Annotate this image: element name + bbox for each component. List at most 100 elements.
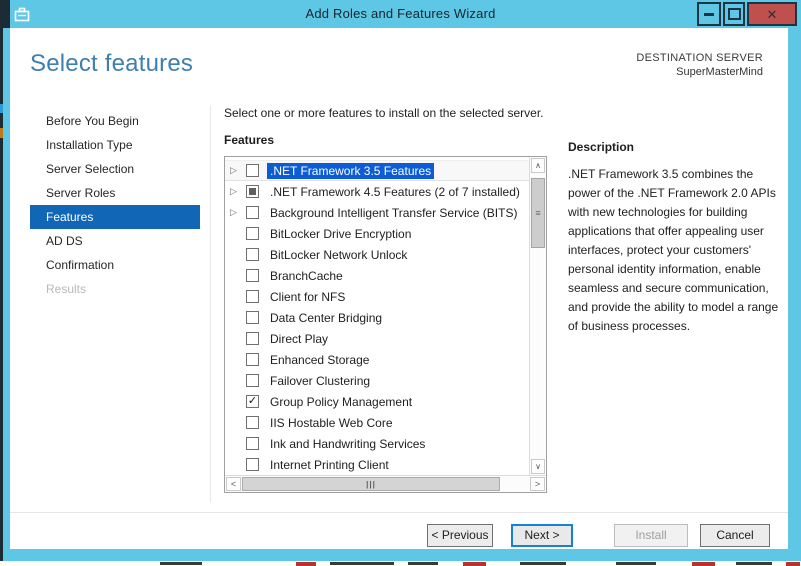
features-listbox[interactable]: ▷ .NET Framework 3.5 Features ▷ .NET Framew… [224, 156, 547, 493]
feature-label: .NET Framework 4.5 Features (2 of 7 inst… [270, 184, 520, 199]
feature-row-data-center-bridging[interactable]: Data Center Bridging [225, 307, 529, 328]
window-title: Add Roles and Features Wizard [305, 6, 496, 21]
wizard-steps: Before You Begin Installation Type Server … [30, 109, 200, 301]
vertical-scrollbar[interactable]: ∧ ≡ ∨ [529, 157, 546, 475]
scroll-up-icon: ∧ [535, 161, 541, 170]
feature-label: Direct Play [270, 331, 329, 346]
sliver-mark [616, 562, 656, 565]
checkbox-unchecked[interactable] [246, 416, 259, 429]
destination-server-block: DESTINATION SERVER SuperMasterMind [636, 52, 763, 78]
feature-row-enhanced-storage[interactable]: Enhanced Storage [225, 349, 529, 370]
grip-icon: ||| [366, 479, 376, 489]
previous-button[interactable]: < Previous [427, 524, 493, 547]
checkbox-unchecked[interactable] [246, 332, 259, 345]
feature-label: Enhanced Storage [270, 352, 370, 367]
checkbox-unchecked[interactable] [246, 437, 259, 450]
scroll-up-button[interactable]: ∧ [531, 158, 545, 173]
install-button: Install [614, 524, 688, 547]
maximize-button[interactable] [723, 2, 745, 26]
sliver-red-mark [463, 562, 486, 566]
scroll-down-icon: ∨ [535, 462, 541, 471]
feature-row-bitlocker-drive-encryption[interactable]: BitLocker Drive Encryption [225, 223, 529, 244]
features-rows: ▷ .NET Framework 3.5 Features ▷ .NET Framew… [225, 157, 529, 475]
feature-row-ink-and-handwriting-services[interactable]: Ink and Handwriting Services [225, 433, 529, 454]
instruction-text: Select one or more features to install o… [224, 106, 544, 120]
feature-label: Background Intelligent Transfer Service … [270, 205, 518, 220]
horizontal-scrollbar[interactable]: < ||| > [225, 475, 546, 492]
expander-icon[interactable]: ▷ [225, 186, 246, 197]
feature-row-bitlocker-network-unlock[interactable]: BitLocker Network Unlock [225, 244, 529, 265]
scroll-down-button[interactable]: ∨ [531, 459, 545, 474]
checkbox-unchecked[interactable] [246, 458, 259, 471]
sidebar-item-ad-ds[interactable]: AD DS [30, 229, 200, 253]
destination-server-name: SuperMasterMind [676, 66, 763, 78]
sidebar-item-installation-type[interactable]: Installation Type [30, 133, 200, 157]
close-button[interactable]: ✕ [747, 2, 797, 26]
feature-row-net-framework-3-5-features[interactable]: ▷ .NET Framework 3.5 Features [225, 160, 529, 181]
sliver-red-mark [786, 562, 800, 566]
checkbox-checked[interactable]: ✓ [246, 395, 259, 408]
feature-row-iis-hostable-web-core[interactable]: IIS Hostable Web Core [225, 412, 529, 433]
cancel-button[interactable]: Cancel [700, 524, 770, 547]
feature-row-failover-clustering[interactable]: Failover Clustering [225, 370, 529, 391]
checkbox-unchecked[interactable] [246, 164, 259, 177]
grip-icon: ≡ [535, 208, 541, 218]
feature-row-group-policy-management[interactable]: ✓ Group Policy Management [225, 391, 529, 412]
feature-label: BranchCache [270, 268, 343, 283]
feature-label: BitLocker Network Unlock [270, 247, 408, 262]
feature-row-direct-play[interactable]: Direct Play [225, 328, 529, 349]
feature-label: IIS Hostable Web Core [270, 415, 393, 430]
window-border-left [3, 28, 10, 561]
minimize-button[interactable] [697, 2, 721, 26]
wizard-app-icon [14, 6, 31, 22]
sidebar-item-confirmation[interactable]: Confirmation [30, 253, 200, 277]
scroll-left-button[interactable]: < [226, 477, 241, 491]
sidebar-item-before-you-begin[interactable]: Before You Begin [30, 109, 200, 133]
checkbox-unchecked[interactable] [246, 290, 259, 303]
scroll-right-button[interactable]: > [530, 477, 545, 491]
checkbox-indeterminate[interactable] [246, 185, 259, 198]
close-icon: ✕ [766, 6, 778, 22]
check-icon: ✓ [247, 394, 258, 407]
footer-divider [10, 512, 788, 513]
feature-label: Group Policy Management [270, 394, 413, 409]
checkbox-unchecked[interactable] [246, 206, 259, 219]
title-bar[interactable]: Add Roles and Features Wizard ✕ [0, 0, 801, 28]
indeterminate-mark [249, 188, 256, 195]
destination-server-label: DESTINATION SERVER [636, 52, 763, 64]
sliver-mark [408, 562, 438, 565]
checkbox-unchecked[interactable] [246, 248, 259, 261]
sliver-mark [520, 562, 566, 565]
feature-row-internet-printing-client[interactable]: Internet Printing Client [225, 454, 529, 475]
checkbox-unchecked[interactable] [246, 311, 259, 324]
feature-row-branchcache[interactable]: BranchCache [225, 265, 529, 286]
feature-label: Client for NFS [270, 289, 346, 304]
horizontal-scroll-thumb[interactable]: ||| [242, 477, 500, 491]
sidebar-divider [210, 105, 211, 503]
feature-row-net-framework-4-5-features-2-of-7-installed[interactable]: ▷ .NET Framework 4.5 Features (2 of 7 ins… [225, 181, 529, 202]
expander-icon[interactable]: ▷ [225, 207, 246, 218]
sidebar-item-features[interactable]: Features [30, 205, 200, 229]
feature-label: .NET Framework 3.5 Features [267, 162, 435, 179]
sidebar-item-results: Results [46, 282, 87, 296]
scroll-right-icon: > [534, 479, 541, 489]
checkbox-unchecked[interactable] [246, 227, 259, 240]
sidebar-item-server-roles[interactable]: Server Roles [30, 181, 200, 205]
feature-label: Failover Clustering [270, 373, 371, 388]
next-button[interactable]: Next > [511, 524, 573, 547]
expander-icon[interactable]: ▷ [225, 165, 246, 176]
background-window-sliver [0, 561, 801, 566]
checkbox-unchecked[interactable] [246, 353, 259, 366]
checkbox-unchecked[interactable] [246, 269, 259, 282]
sidebar-item-server-selection[interactable]: Server Selection [30, 157, 200, 181]
features-list-label: Features [224, 133, 275, 147]
feature-row-client-for-nfs[interactable]: Client for NFS [225, 286, 529, 307]
feature-row-background-intelligent-transfer-service-bits[interactable]: ▷ Background Intelligent Transfer Service… [225, 202, 529, 223]
feature-label: Internet Printing Client [270, 457, 389, 472]
checkbox-unchecked[interactable] [246, 374, 259, 387]
window-border-bottom [3, 549, 801, 561]
window-border-right [788, 28, 801, 561]
window-controls: ✕ [695, 2, 797, 26]
sliver-mark [160, 562, 202, 565]
vertical-scroll-thumb[interactable]: ≡ [531, 178, 545, 248]
